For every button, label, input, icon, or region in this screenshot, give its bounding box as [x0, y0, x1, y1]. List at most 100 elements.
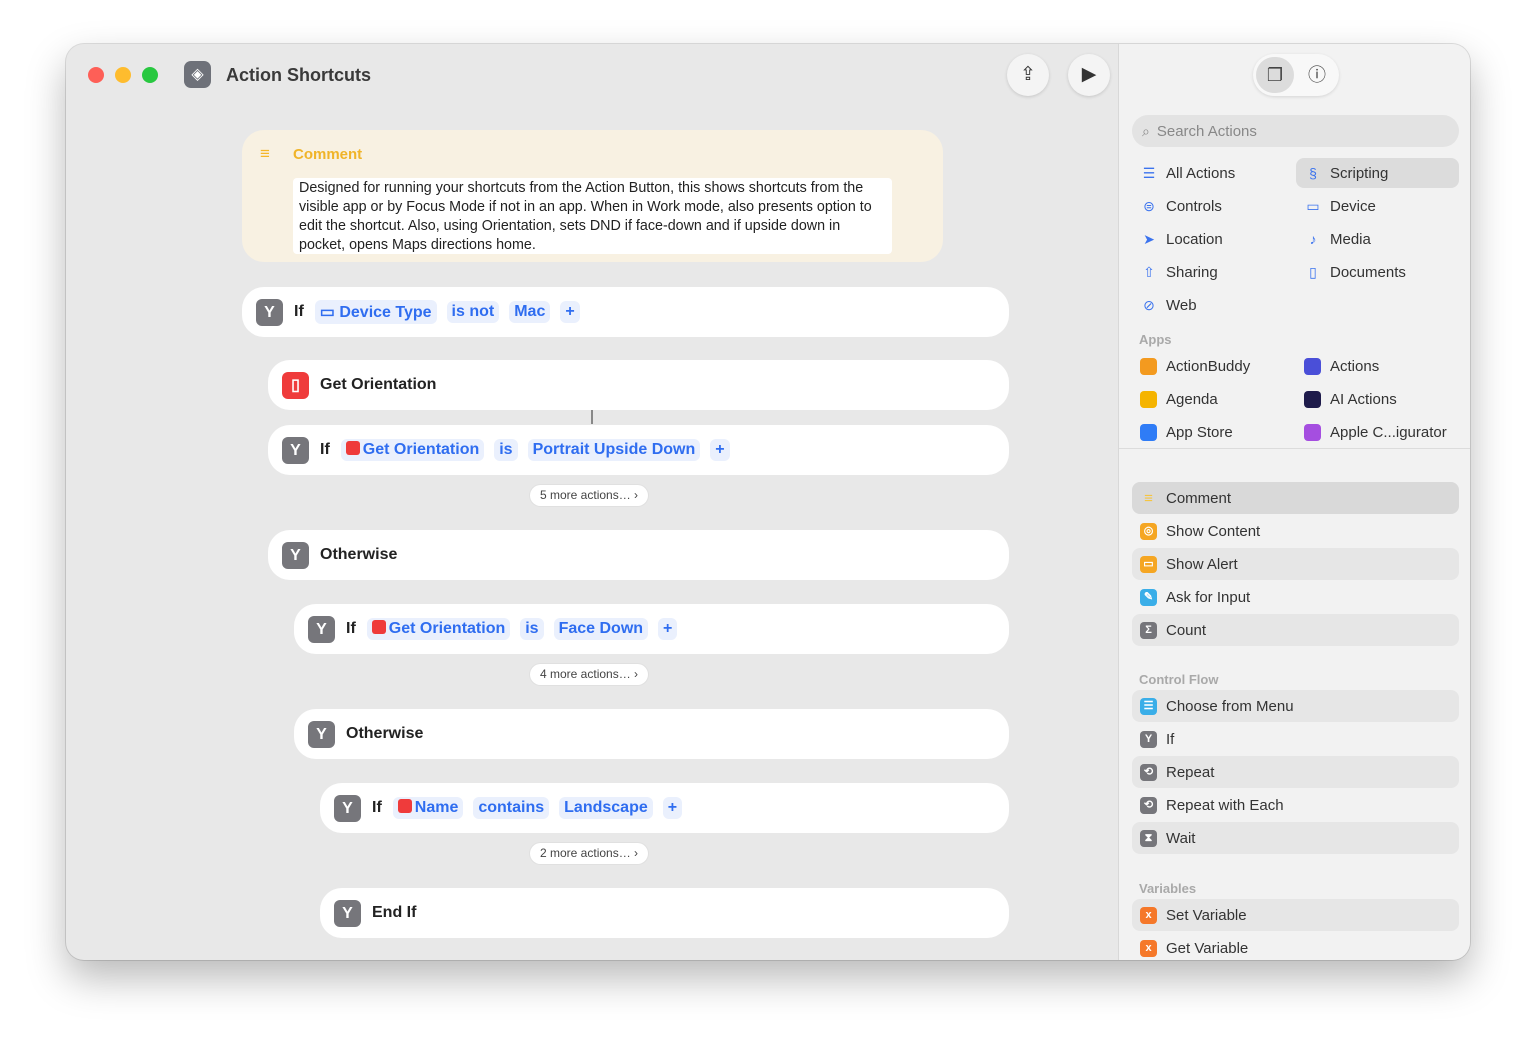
- action-repeat[interactable]: ⟲ Repeat: [1132, 756, 1459, 788]
- show-alert-icon: ▭: [1140, 555, 1157, 573]
- action-label: Repeat: [1166, 763, 1215, 781]
- category-documents[interactable]: ▯ Documents: [1296, 257, 1459, 287]
- category-label: Sharing: [1166, 263, 1218, 281]
- repeat-with-each-icon: ⟲: [1140, 796, 1157, 814]
- library-icon: ❐: [1266, 65, 1284, 85]
- more-actions-button[interactable]: 2 more actions… ›: [530, 843, 649, 864]
- info-tab[interactable]: ⓘ: [1298, 57, 1336, 93]
- category-web[interactable]: ⊘ Web: [1132, 290, 1295, 320]
- action-label: Show Content: [1166, 522, 1261, 540]
- orientation-icon: ▯: [282, 371, 309, 399]
- device-icon: ▭: [319, 304, 340, 321]
- search-input[interactable]: Search Actions: [1157, 123, 1257, 140]
- orientation-icon: [371, 620, 386, 634]
- search-field[interactable]: ⌕ Search Actions: [1132, 115, 1459, 147]
- control-flow-header: Control Flow: [1139, 672, 1219, 687]
- app-agenda[interactable]: Agenda: [1132, 384, 1218, 414]
- more-label: 4 more actions…: [540, 667, 631, 681]
- otherwise-block[interactable]: Y Otherwise: [268, 530, 1009, 580]
- category-device[interactable]: ▭ Device: [1296, 191, 1459, 221]
- share-button[interactable]: ⇪: [1007, 54, 1049, 96]
- action-wait[interactable]: ⧗ Wait: [1132, 822, 1459, 854]
- app-app-store[interactable]: App Store: [1132, 417, 1233, 447]
- action-title: Get Orientation: [320, 376, 437, 393]
- action-repeat-with-each[interactable]: ⟲ Repeat with Each: [1132, 789, 1459, 821]
- chevron-right-icon: ›: [634, 846, 639, 860]
- minimize-button[interactable]: [115, 67, 131, 83]
- value-token[interactable]: Landscape: [559, 797, 653, 819]
- condition-token[interactable]: is: [520, 618, 544, 640]
- action-show-alert[interactable]: ▭ Show Alert: [1132, 548, 1459, 580]
- app-apple-c-igurator[interactable]: Apple C...igurator: [1296, 417, 1447, 447]
- if-keyword: If: [346, 620, 356, 637]
- condition-token[interactable]: is not: [446, 301, 500, 323]
- value-token[interactable]: Portrait Upside Down: [527, 439, 701, 461]
- action-label: If: [1166, 730, 1175, 748]
- otherwise-block[interactable]: Y Otherwise: [294, 709, 1009, 759]
- category-location[interactable]: ➤ Location: [1132, 224, 1295, 254]
- shortcuts-window: ◈ Action Shortcuts ⇪ ▶ ≡ Comment Designe…: [66, 44, 1470, 960]
- share-icon: ⇪: [1020, 64, 1036, 85]
- add-condition-button[interactable]: +: [662, 797, 683, 819]
- chevron-right-icon: ›: [634, 667, 639, 681]
- comment-block[interactable]: ≡ Comment Designed for running your shor…: [242, 130, 943, 262]
- more-actions-button[interactable]: 4 more actions… ›: [530, 664, 649, 685]
- library-tab[interactable]: ❐: [1256, 57, 1294, 93]
- action-library-sidebar: ❐ ⓘ ⌕ Search Actions ☰ All Actions § Script…: [1118, 44, 1470, 960]
- action-if[interactable]: Y If: [1132, 723, 1459, 755]
- close-button[interactable]: [88, 67, 104, 83]
- action-ask-for-input[interactable]: ✎ Ask for Input: [1132, 581, 1459, 613]
- category-label: Location: [1166, 230, 1223, 248]
- orientation-token[interactable]: Get Orientation: [340, 439, 485, 461]
- value-token[interactable]: Mac: [509, 301, 551, 323]
- category-label: Media: [1330, 230, 1371, 248]
- add-condition-button[interactable]: +: [560, 301, 580, 323]
- if-icon: Y: [334, 794, 361, 822]
- action-comment[interactable]: ≡ Comment: [1132, 482, 1459, 514]
- name-token[interactable]: Name: [392, 797, 464, 819]
- shortcuts-app-icon: ◈: [184, 61, 211, 88]
- token-label: Get Orientation: [388, 620, 506, 637]
- category-media[interactable]: ♪ Media: [1296, 224, 1459, 254]
- action-choose-from-menu[interactable]: ☰ Choose from Menu: [1132, 690, 1459, 722]
- list-icon: ☰: [1142, 164, 1156, 181]
- add-condition-button[interactable]: +: [658, 618, 678, 640]
- condition-token[interactable]: is: [494, 439, 518, 461]
- zoom-button[interactable]: [142, 67, 158, 83]
- value-token[interactable]: Face Down: [553, 618, 649, 640]
- add-condition-button[interactable]: +: [710, 439, 730, 461]
- if-name-block[interactable]: Y If Name contains Landscape +: [320, 783, 1009, 833]
- category-scripting[interactable]: § Scripting: [1296, 158, 1459, 188]
- category-sharing[interactable]: ⇧ Sharing: [1132, 257, 1295, 287]
- comment-text[interactable]: Designed for running your shortcuts from…: [293, 178, 892, 254]
- if-icon: Y: [282, 436, 309, 464]
- compass-icon: ⊘: [1143, 296, 1155, 313]
- if-orientation-upside-block[interactable]: Y If Get Orientation is Portrait Upside D…: [268, 425, 1009, 475]
- action-count[interactable]: Σ Count: [1132, 614, 1459, 646]
- more-actions-button[interactable]: 5 more actions… ›: [530, 485, 649, 506]
- if-icon: Y: [282, 541, 309, 569]
- category-controls[interactable]: ⊜ Controls: [1132, 191, 1295, 221]
- run-button[interactable]: ▶: [1068, 54, 1110, 96]
- action-label: Count: [1166, 621, 1207, 639]
- action-set-variable[interactable]: x Set Variable: [1132, 899, 1459, 931]
- action-show-content[interactable]: ◎ Show Content: [1132, 515, 1459, 547]
- category-all-actions[interactable]: ☰ All Actions: [1132, 158, 1295, 188]
- device-type-token[interactable]: ▭ Device Type: [314, 300, 437, 324]
- action-get-variable[interactable]: x Get Variable: [1132, 932, 1459, 960]
- condition-token[interactable]: contains: [473, 797, 550, 819]
- if-device-type-block[interactable]: Y If ▭ Device Type is not Mac +: [242, 287, 1009, 337]
- if-orientation-facedown-block[interactable]: Y If Get Orientation is Face Down +: [294, 604, 1009, 654]
- if-keyword: If: [294, 303, 304, 320]
- category-label: All Actions: [1166, 164, 1236, 182]
- action-label: Ask for Input: [1166, 588, 1251, 606]
- app-ai-actions[interactable]: AI Actions: [1296, 384, 1397, 414]
- app-actions[interactable]: Actions: [1296, 351, 1379, 381]
- category-label: Web: [1166, 296, 1197, 314]
- app-label: AI Actions: [1330, 390, 1397, 408]
- get-orientation-block[interactable]: ▯ Get Orientation: [268, 360, 1009, 410]
- orientation-token[interactable]: Get Orientation: [366, 618, 511, 640]
- app-actionbuddy[interactable]: ActionBuddy: [1132, 351, 1250, 381]
- end-if-block[interactable]: Y End If: [320, 888, 1009, 938]
- app-label: ActionBuddy: [1166, 357, 1251, 375]
